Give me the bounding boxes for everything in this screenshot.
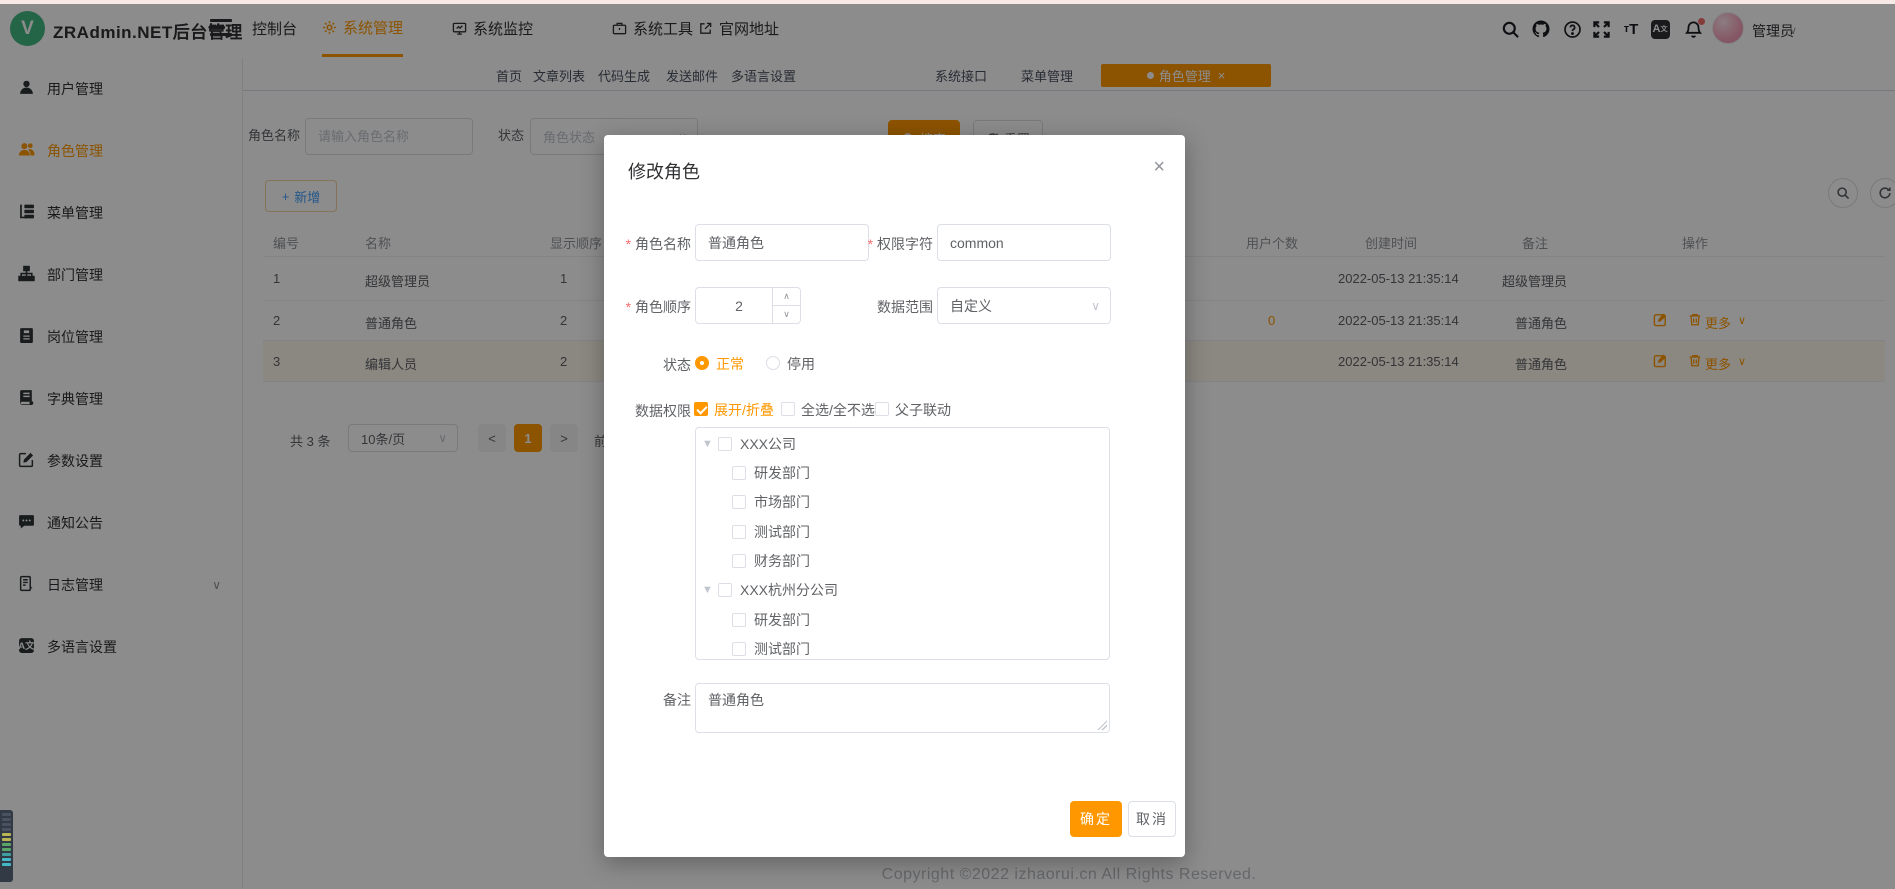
tree-node-dept[interactable]: 测试部门 [732,521,810,543]
textarea-resize-handle[interactable] [1097,720,1107,730]
role-name-input[interactable] [696,225,868,260]
role-key-field-label: 权限字符 [868,234,933,254]
status-radio-disabled[interactable] [766,356,780,370]
remark-field-label: 备注 [663,690,691,710]
cancel-button[interactable]: 取消 [1128,801,1176,837]
data-scope-field-label: 数据范围 [877,297,933,317]
tree-checkbox[interactable] [718,437,732,451]
role-key-input[interactable] [938,225,1110,260]
tree-node-company-2[interactable]: ▼ XXX杭州分公司 [702,579,838,601]
select-chevron-down-icon: ∨ [1091,299,1100,313]
edit-role-dialog: 修改角色 × 角色名称 权限字符 角色顺序 ∧ ∨ 数据范围 自定义 ∨ 状态 … [604,135,1185,857]
tree-checkbox[interactable] [732,613,746,627]
tree-checkbox[interactable] [732,525,746,539]
tree-expand-icon[interactable]: ▼ [702,584,718,596]
data-scope-select[interactable]: 自定义 ∨ [937,287,1111,324]
tree-node-dept[interactable]: 市场部门 [732,491,810,513]
app-window: V ZRAdmin.NET后台管理 控制台 系统管理 系统监控 系统工具 官网地… [0,0,1895,889]
tree-node-dept[interactable]: 研发部门 [732,609,810,631]
parent-child-link-label[interactable]: 父子联动 [895,400,951,420]
tree-checkbox[interactable] [732,642,746,656]
tree-node-dept[interactable]: 测试部门 [732,638,810,660]
remark-textarea-wrap: 普通角色 [695,683,1110,733]
stepper-up-icon[interactable]: ∧ [773,288,800,306]
role-sort-stepper: ∧ ∨ [695,287,801,324]
window-top-edge [0,0,1895,4]
status-radio-disabled-label[interactable]: 停用 [787,354,815,374]
tree-node-dept[interactable]: 财务部门 [732,550,810,572]
status-radio-normal[interactable] [695,356,709,370]
data-perm-field-label: 数据权限 [635,401,691,421]
role-sort-field-label: 角色顺序 [626,297,691,317]
tree-node-company-1[interactable]: ▼ XXX公司 [702,433,796,455]
dialog-close-icon[interactable]: × [1153,157,1165,177]
expand-collapse-checkbox[interactable] [694,402,708,416]
minimized-devtools-widget[interactable] [0,810,13,882]
tree-node-dept[interactable]: 研发部门 [732,462,810,484]
tree-checkbox[interactable] [732,554,746,568]
stepper-down-icon[interactable]: ∨ [773,306,800,324]
tree-checkbox[interactable] [718,583,732,597]
expand-collapse-label[interactable]: 展开/折叠 [714,400,774,420]
role-key-input-wrap [937,224,1111,261]
permission-tree: ▼ XXX公司 研发部门 市场部门 测试部门 财务部门 ▼ [695,427,1110,660]
status-field-label: 状态 [663,355,691,375]
role-name-input-wrap [695,224,869,261]
dialog-title: 修改角色 [628,158,700,184]
status-radio-normal-label[interactable]: 正常 [716,354,744,374]
tree-expand-icon[interactable]: ▼ [702,438,718,450]
remark-textarea[interactable]: 普通角色 [696,684,1109,732]
role-name-field-label: 角色名称 [626,234,691,254]
select-all-checkbox[interactable] [781,402,795,416]
parent-child-link-checkbox[interactable] [875,402,889,416]
confirm-button[interactable]: 确定 [1070,801,1122,837]
tree-checkbox[interactable] [732,495,746,509]
tree-checkbox[interactable] [732,466,746,480]
select-all-label[interactable]: 全选/全不选 [801,400,875,420]
